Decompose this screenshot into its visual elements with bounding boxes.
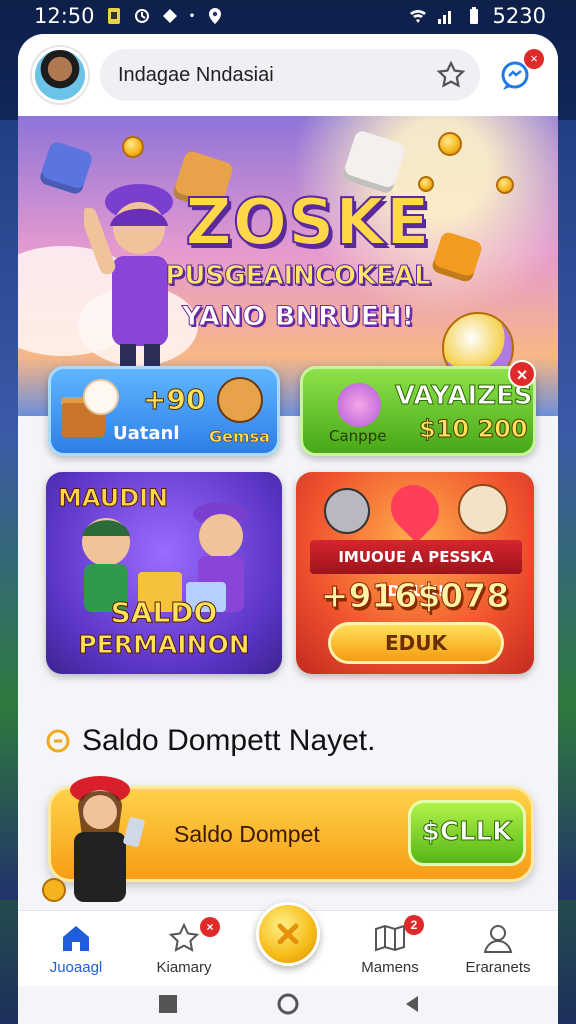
raccoon-icon — [324, 488, 370, 534]
status-bar: 12:50 • 5230 — [0, 0, 576, 32]
promo-green-title: VAYAIZES — [394, 381, 533, 412]
section-heading: Saldo Dompett Nayet. — [44, 724, 375, 758]
location-icon — [208, 8, 221, 24]
coin-icon — [277, 923, 299, 945]
system-navigation-bar — [18, 986, 558, 1024]
profile-icon — [483, 925, 513, 953]
nav-item-favorites[interactable]: Kiamary × — [134, 917, 234, 976]
search-bar[interactable]: Indagae Nndasiai — [100, 49, 480, 101]
back-icon[interactable] — [402, 994, 422, 1014]
chat-button[interactable]: × — [498, 49, 544, 95]
coin-icon — [438, 132, 462, 156]
wifi-icon — [409, 9, 426, 23]
hero-subtitle-1: PUSGEAINCOKEAL — [165, 261, 431, 292]
promo-blue-label-left: Uatanl — [113, 423, 180, 444]
diamond-icon — [162, 9, 177, 23]
promo-green-value: $10 200 — [419, 415, 529, 444]
coin-outline-icon — [46, 729, 70, 753]
map-icon — [375, 924, 405, 952]
signal-icon — [437, 11, 451, 24]
promo-blue-value: +90 — [142, 383, 206, 417]
nav-label-home: Juoaagl — [49, 959, 103, 976]
close-promo-button[interactable]: × — [508, 360, 536, 388]
card-right-amount: +916$078 — [320, 576, 510, 616]
battery-icon — [469, 7, 478, 24]
nav-item-maps[interactable]: Mamens 2 — [340, 915, 440, 976]
card-left-title-bottom-2: PERMAINON — [78, 630, 250, 660]
kids-characters — [82, 502, 249, 612]
heart-icon — [381, 475, 449, 543]
avatar[interactable] — [32, 47, 88, 103]
search-text: Indagae Nndasiai — [118, 63, 274, 86]
fruit-icon — [337, 383, 381, 427]
nav-center-coin-button[interactable] — [256, 902, 320, 966]
nav-badge-favorites: × — [200, 917, 220, 937]
card-left-title-bottom-1: SALDO — [110, 596, 218, 630]
nav-label-favorites: Kiamary — [156, 959, 212, 976]
star-icon — [168, 922, 200, 952]
app-window: Indagae Nndasiai × ZOSKE PUSGEAINCOKEAL … — [18, 34, 558, 1024]
home-circle-icon[interactable] — [276, 992, 300, 1016]
coin-icon — [496, 176, 514, 194]
recent-apps-icon[interactable] — [158, 994, 178, 1014]
mascot-icon — [217, 377, 263, 423]
hero-subtitle-2: YANO BNRUEH! — [181, 301, 415, 333]
promo-green-label: Canppe — [329, 427, 387, 445]
rabbit-icon — [83, 379, 119, 415]
chat-badge: × — [524, 49, 544, 69]
wallet-claim-button[interactable]: $CLLK — [408, 800, 526, 866]
nav-item-profile[interactable]: Eraranets — [448, 921, 548, 976]
gift-cube-icon — [341, 129, 407, 195]
promo-card-blue[interactable]: +90 Uatanl Gemsa — [48, 366, 280, 456]
hero-title: ZOSKE — [184, 185, 431, 261]
alarm-icon — [134, 9, 149, 23]
promo-blue-label-right: Gemsa — [209, 427, 270, 447]
nav-label-profile: Eraranets — [465, 959, 531, 976]
nav-item-home[interactable]: Juoaagl — [26, 921, 126, 976]
wallet-character — [42, 776, 145, 902]
nav-badge-maps: 2 — [404, 915, 424, 935]
claim-button[interactable]: EDUK — [328, 622, 504, 664]
wallet-label: Saldo Dompet — [174, 821, 320, 847]
card-saldo-permainan[interactable]: MAUDIN SALDO PERMAINON — [46, 472, 282, 674]
promo-card-green[interactable]: VAYAIZES Canppe $10 200 — [300, 366, 536, 456]
card-right-ribbon: IMUOUE A PESSKA DOUN! — [310, 540, 522, 600]
coin-icon — [122, 136, 144, 158]
section-heading-text: Saldo Dompett Nayet. — [82, 724, 376, 757]
dog-icon — [458, 484, 508, 534]
top-bar: Indagae Nndasiai × — [18, 34, 558, 116]
card-prize[interactable]: IMUOUE A PESSKA DOUN! +916$078 EDUK — [296, 472, 534, 674]
battery-text: 5230 — [492, 4, 546, 28]
status-time: 12:50 — [34, 4, 95, 28]
home-icon — [63, 926, 89, 951]
favorite-star-icon[interactable] — [436, 60, 466, 90]
dot-icon: • — [188, 9, 196, 23]
nav-label-maps: Mamens — [361, 959, 419, 976]
sim-icon — [107, 8, 120, 24]
